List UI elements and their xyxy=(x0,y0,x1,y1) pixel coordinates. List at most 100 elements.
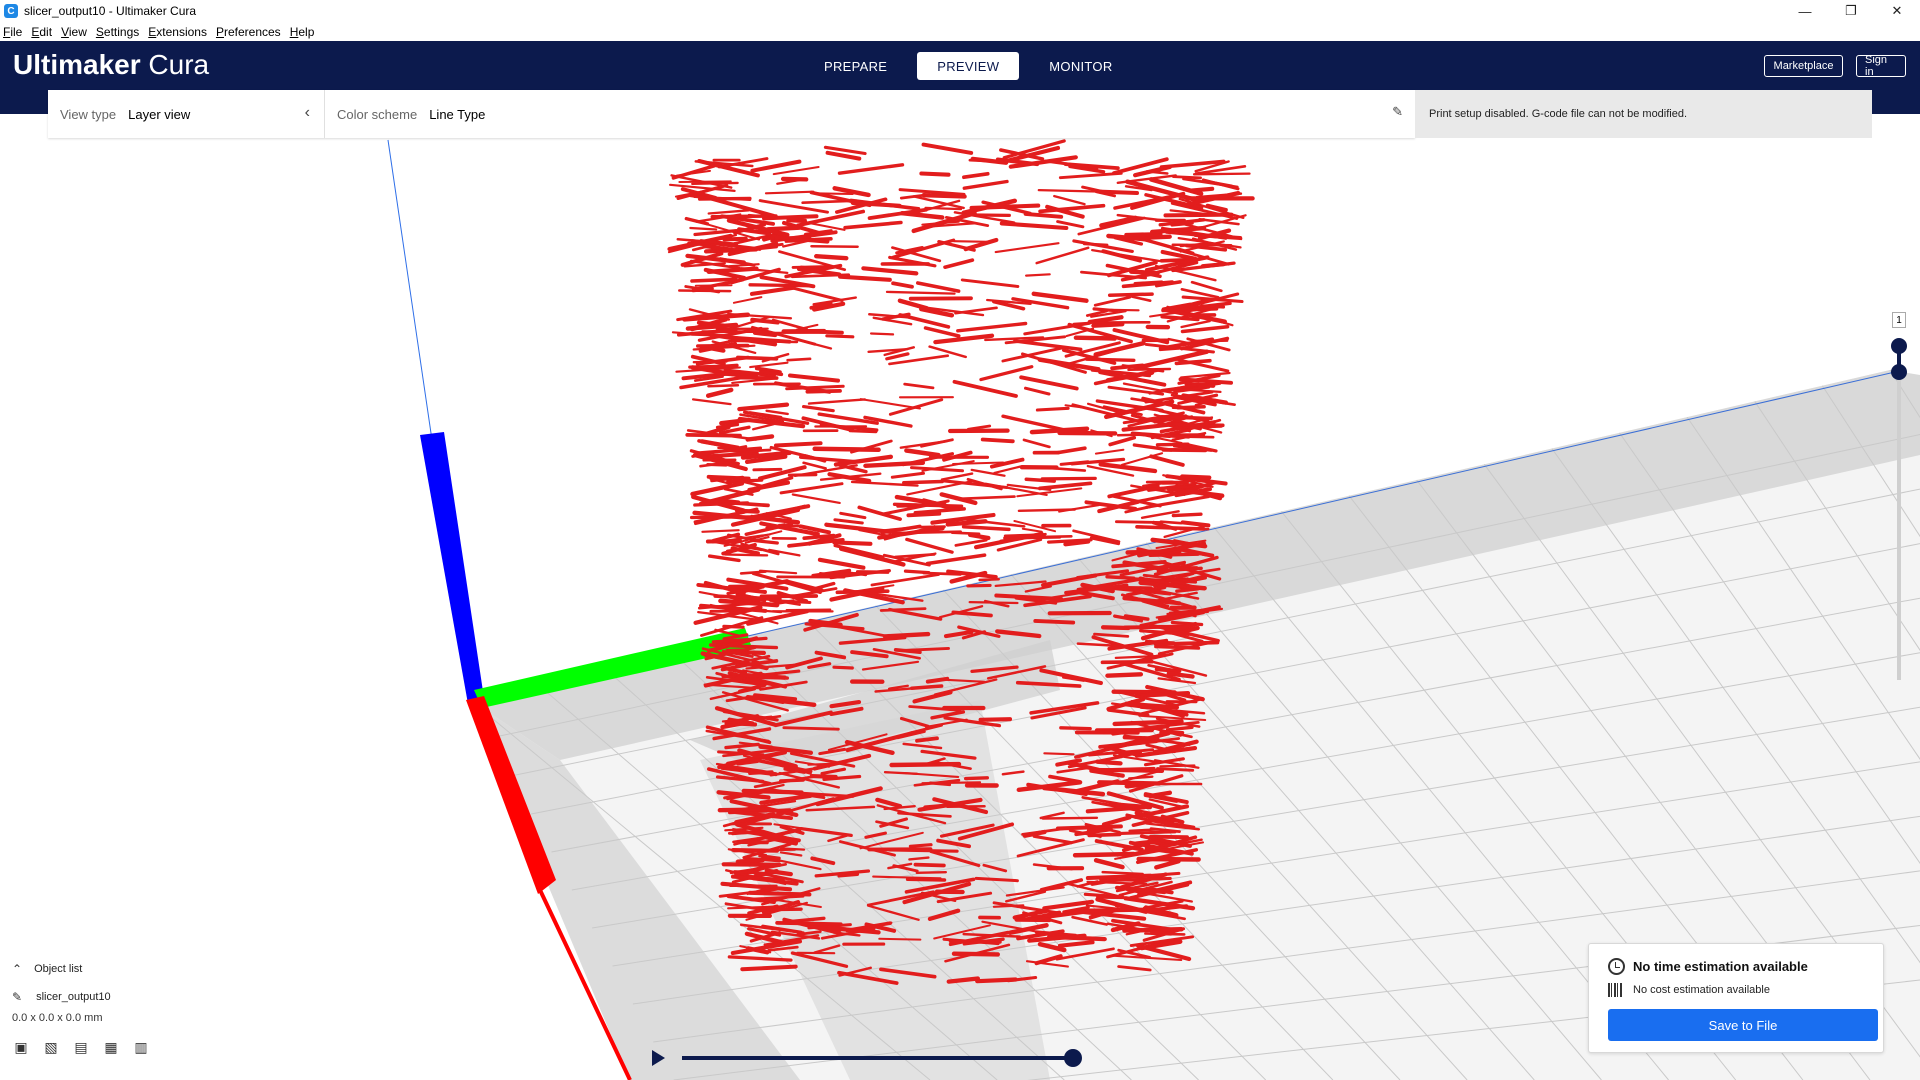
extrusion-path xyxy=(786,357,812,362)
left-view-icon[interactable]: ▦ xyxy=(102,1038,120,1056)
extrusion-path xyxy=(1070,457,1126,466)
close-icon[interactable]: ✕ xyxy=(1874,0,1920,22)
layer-slider[interactable]: 1 xyxy=(1888,312,1912,712)
menu-settings[interactable]: Settings xyxy=(96,25,139,39)
object-list-item[interactable]: ✎ slicer_output10 xyxy=(12,988,252,1006)
extrusion-path xyxy=(915,871,947,874)
extrusion-path xyxy=(1043,752,1075,756)
extrusion-path xyxy=(1021,352,1087,374)
restore-icon[interactable]: ❐ xyxy=(1828,0,1874,22)
extrusion-path xyxy=(749,361,789,369)
extrusion-path xyxy=(1149,225,1207,235)
extrusion-path xyxy=(978,577,1000,582)
extrusion-path xyxy=(943,258,975,270)
extrusion-path xyxy=(1024,477,1056,483)
menu-help[interactable]: Help xyxy=(290,25,315,39)
extrusion-path xyxy=(1058,171,1123,180)
extrusion-path xyxy=(898,313,951,329)
object-list-toggle[interactable]: ⌃ Object list xyxy=(12,960,252,978)
view-type-value: Layer view xyxy=(128,106,191,122)
extrusion-path xyxy=(1127,367,1172,372)
extrusion-path xyxy=(832,540,873,546)
extrusion-path xyxy=(923,326,961,338)
top-view-icon[interactable]: ▤ xyxy=(72,1038,90,1056)
extrusion-path xyxy=(708,554,741,563)
menu-view[interactable]: View xyxy=(61,25,87,39)
extrusion-path xyxy=(978,717,1013,722)
extrusion-path xyxy=(814,254,849,261)
marketplace-button[interactable]: Marketplace xyxy=(1764,55,1843,77)
pencil-icon[interactable]: ✎ xyxy=(12,990,22,1004)
extrusion-path xyxy=(1154,645,1201,650)
extrusion-path xyxy=(1040,476,1097,481)
extrusion-path xyxy=(748,770,774,775)
extrusion-path xyxy=(952,240,990,243)
cura-app-icon: C xyxy=(4,4,18,18)
front-view-icon[interactable]: ▧ xyxy=(42,1038,60,1056)
tab-preview[interactable]: PREVIEW xyxy=(917,52,1020,80)
layer-slider-track[interactable] xyxy=(1897,340,1901,680)
layer-number[interactable]: 1 xyxy=(1892,312,1906,328)
tab-prepare[interactable]: PREPARE xyxy=(800,52,911,80)
extrusion-path xyxy=(832,665,854,670)
extrusion-path xyxy=(780,176,809,182)
extrusion-path xyxy=(1149,834,1189,840)
extrusion-path xyxy=(779,482,844,495)
view-type-label: View type xyxy=(60,106,117,122)
right-view-icon[interactable]: ▥ xyxy=(132,1038,150,1056)
extrusion-path xyxy=(861,266,919,276)
extrusion-path xyxy=(878,937,922,941)
3d-view-icon[interactable]: ▣ xyxy=(12,1038,30,1056)
extrusion-path xyxy=(691,398,732,406)
extrusion-path xyxy=(1180,520,1211,528)
extrusion-path xyxy=(1122,735,1160,741)
build-plate-scene[interactable] xyxy=(0,114,1920,1080)
tab-monitor[interactable]: MONITOR xyxy=(1025,52,1136,80)
extrusion-path xyxy=(1127,775,1154,780)
logo-brand: Ultimaker xyxy=(13,49,141,80)
extrusion-path xyxy=(750,317,780,325)
extrusion-path xyxy=(817,557,866,570)
extrusion-path xyxy=(960,278,1020,288)
sign-in-button[interactable]: Sign in xyxy=(1856,54,1906,78)
chevron-up-icon[interactable]: ⌃ xyxy=(12,962,22,976)
layer-upper-handle[interactable] xyxy=(1891,338,1907,354)
extrusion-path xyxy=(904,448,941,458)
minimize-icon[interactable]: — xyxy=(1782,0,1828,22)
menu-file[interactable]: File xyxy=(3,25,22,39)
path-slider-track[interactable] xyxy=(682,1056,1072,1060)
extrusion-path xyxy=(903,382,935,390)
pencil-icon[interactable]: ✎ xyxy=(1392,104,1403,120)
view-type-selector[interactable]: View type Layer view ‹ xyxy=(48,90,325,138)
path-slider-handle[interactable] xyxy=(1064,1049,1082,1067)
extrusion-path xyxy=(1041,816,1099,820)
extrusion-path xyxy=(1181,295,1244,304)
menu-extensions[interactable]: Extensions xyxy=(148,25,207,39)
extrusion-path xyxy=(701,529,740,533)
extrusion-path xyxy=(879,607,927,612)
layer-lower-handle[interactable] xyxy=(1891,364,1907,380)
chevron-left-icon[interactable]: ‹ xyxy=(305,104,310,122)
extrusion-path xyxy=(1182,177,1239,189)
extrusion-path xyxy=(779,847,806,851)
save-to-file-button[interactable]: Save to File xyxy=(1608,1009,1878,1041)
menu-edit[interactable]: Edit xyxy=(31,25,52,39)
3d-viewport[interactable] xyxy=(0,114,1920,1080)
extrusion-path xyxy=(764,190,815,195)
extrusion-path xyxy=(1057,430,1118,436)
extrusion-path xyxy=(745,434,775,442)
cost-icon xyxy=(1608,983,1623,997)
extrusion-path xyxy=(722,236,748,242)
menu-preferences[interactable]: Preferences xyxy=(216,25,281,39)
extrusion-path xyxy=(1072,851,1136,858)
camera-view-buttons: ▣ ▧ ▤ ▦ ▥ xyxy=(12,1038,252,1056)
extrusion-path xyxy=(952,379,1018,398)
extrusion-path xyxy=(925,553,987,566)
color-scheme-selector[interactable]: Color scheme Line Type ✎ xyxy=(325,90,1415,138)
extrusion-path xyxy=(705,387,734,398)
extrusion-path xyxy=(905,537,954,554)
extrusion-path xyxy=(1115,520,1164,524)
play-icon[interactable] xyxy=(652,1050,665,1066)
extrusion-path xyxy=(1171,175,1202,180)
extrusion-path xyxy=(1035,406,1070,412)
